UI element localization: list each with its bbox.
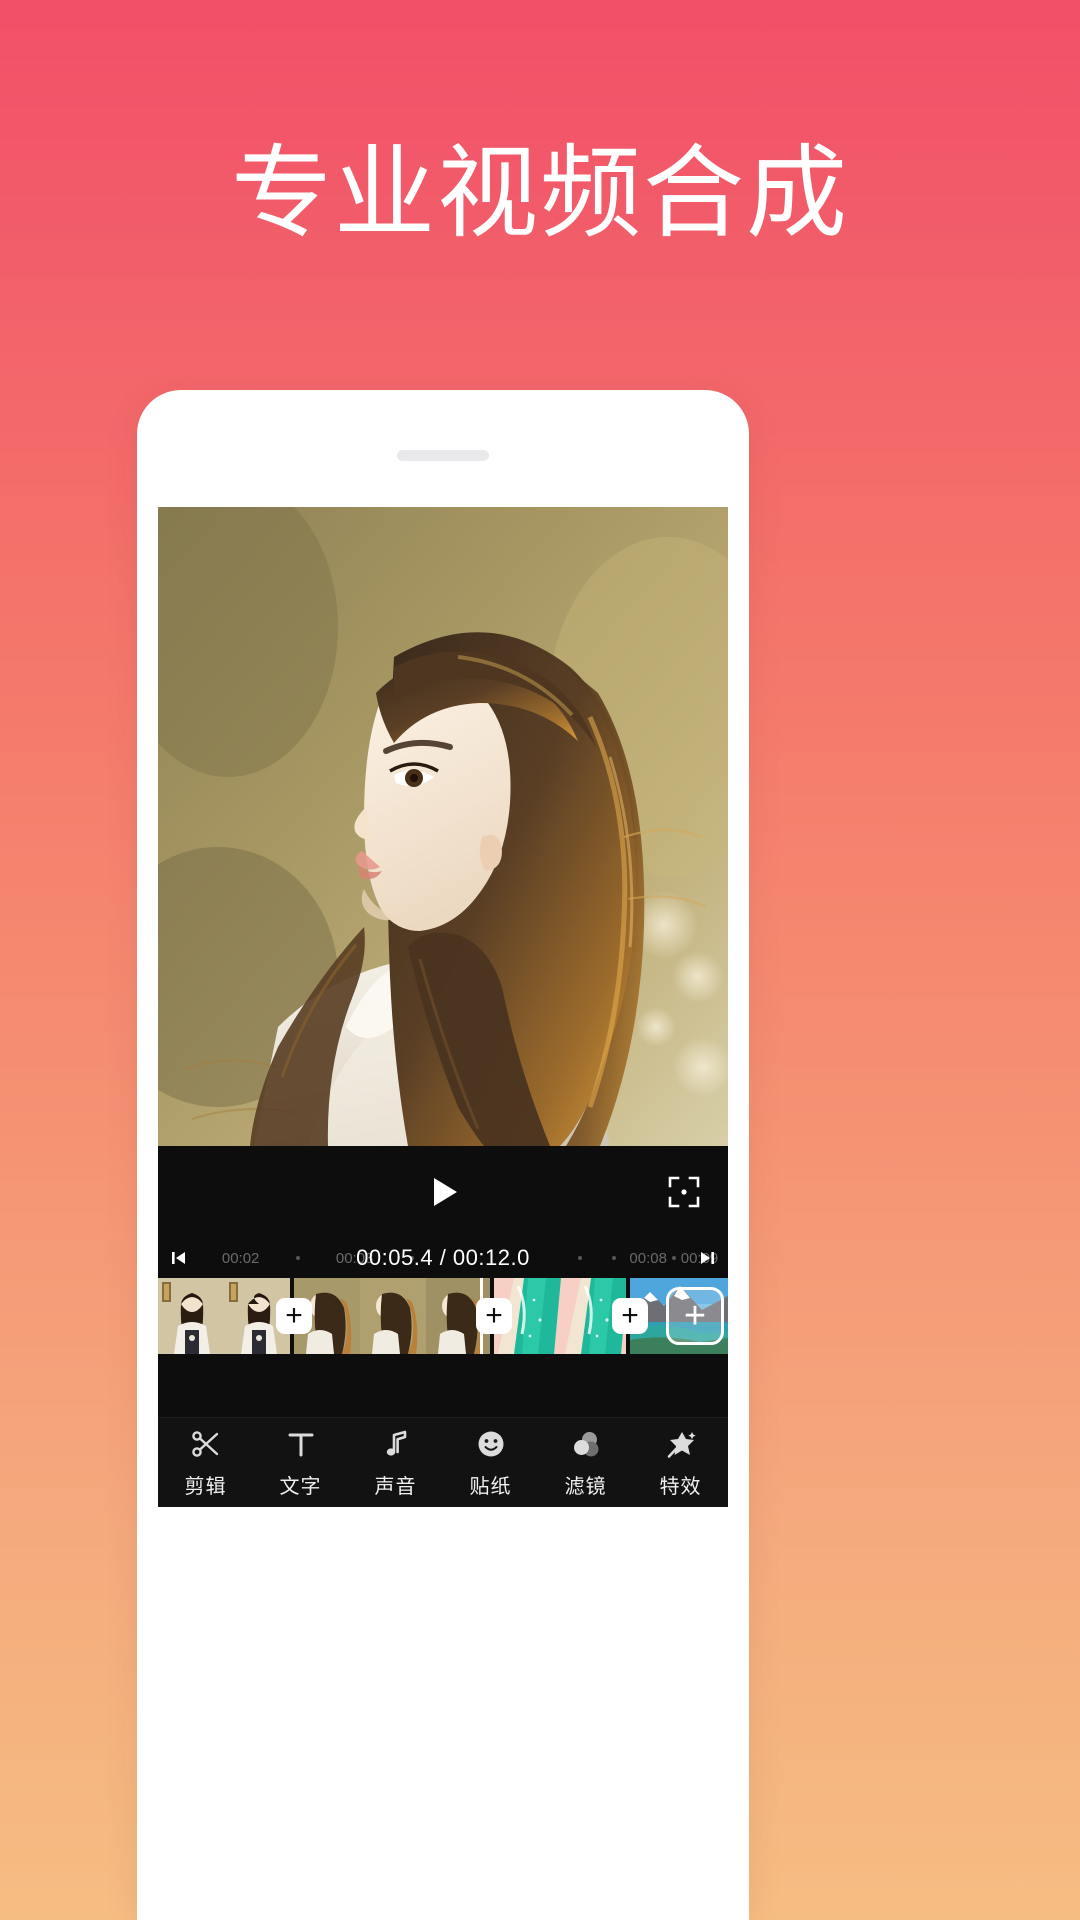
clip-thumbnail-portrait-indoor — [158, 1278, 290, 1354]
ruler-tick-label: 00:02 — [221, 1249, 260, 1267]
playhead[interactable] — [480, 1278, 483, 1354]
play-button[interactable] — [416, 1165, 470, 1219]
tool-label: 特效 — [659, 1475, 702, 1498]
clip-thumbnail-portrait-outdoor — [294, 1278, 490, 1354]
tool-label: 文字 — [279, 1475, 322, 1498]
page-title: 专业视频合成 — [230, 138, 849, 250]
preview-image — [158, 507, 728, 1146]
promo-screen: 专业视频合成 00:02 00:03 00:05.4 / 00:12.0 00:… — [0, 0, 1080, 1920]
tool-label: 剪辑 — [184, 1475, 227, 1498]
timeline-strip[interactable]: + + + + — [158, 1278, 728, 1354]
ruler-tick-dot — [577, 1256, 582, 1260]
skip-next-icon — [701, 1252, 714, 1264]
add-clip-button[interactable]: + — [666, 1287, 724, 1345]
player-controls-bar — [158, 1146, 728, 1238]
transition-button[interactable]: + — [612, 1298, 648, 1334]
editor-toolbar: 剪辑 文字 声音 贴纸 滤镜 特效 — [158, 1417, 728, 1507]
tool-label: 声音 — [374, 1475, 417, 1498]
tool-label: 滤镜 — [564, 1475, 607, 1498]
ruler-tick-dot — [612, 1256, 616, 1260]
text-t-icon — [285, 1427, 317, 1461]
transition-button[interactable]: + — [276, 1298, 312, 1334]
speaker-grille — [397, 450, 489, 461]
tool-button-filter[interactable]: 滤镜 — [543, 1427, 629, 1499]
scissors-icon — [190, 1427, 222, 1461]
crop-frame-icon — [668, 1176, 700, 1208]
skip-next-button[interactable] — [697, 1248, 717, 1268]
ruler-tick-label: 00:08 — [629, 1249, 667, 1267]
current-time-display: 00:05.4 / 00:12.0 — [356, 1245, 530, 1270]
skip-previous-button[interactable] — [169, 1248, 189, 1268]
music-note-icon — [380, 1427, 412, 1461]
timeline-ruler[interactable]: 00:02 00:03 00:05.4 / 00:12.0 00:08 00:0… — [158, 1238, 728, 1278]
filter-circles-icon — [570, 1427, 602, 1461]
magic-wand-star-icon — [665, 1427, 697, 1461]
app-screen: 00:02 00:03 00:05.4 / 00:12.0 00:08 00:0… — [158, 507, 728, 1507]
smiley-sticker-icon — [475, 1427, 507, 1461]
video-preview[interactable] — [158, 507, 728, 1146]
skip-previous-icon — [172, 1252, 185, 1264]
timeline-empty-track — [158, 1354, 728, 1417]
play-icon — [434, 1178, 457, 1206]
ruler-tick-dot — [295, 1256, 300, 1260]
ruler-tick-dot — [671, 1256, 676, 1260]
tool-button-effects[interactable]: 特效 — [638, 1427, 724, 1499]
clip-thumbnail-beach-aerial — [494, 1278, 626, 1354]
timeline-clip[interactable] — [158, 1278, 292, 1354]
tool-button-edit[interactable]: 剪辑 — [163, 1427, 249, 1499]
timeline-clip[interactable] — [294, 1278, 492, 1354]
tool-button-text[interactable]: 文字 — [258, 1427, 344, 1499]
crop-button[interactable] — [660, 1168, 708, 1216]
tool-label: 贴纸 — [469, 1475, 512, 1498]
tool-button-audio[interactable]: 声音 — [353, 1427, 439, 1499]
tool-button-sticker[interactable]: 贴纸 — [448, 1427, 534, 1499]
phone-mockup: 00:02 00:03 00:05.4 / 00:12.0 00:08 00:0… — [137, 390, 749, 1920]
timeline-clip[interactable] — [494, 1278, 628, 1354]
